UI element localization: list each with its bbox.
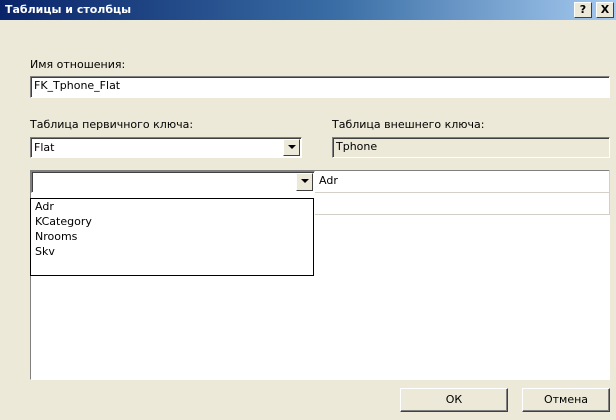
foreign-table-field: Tphone — [332, 137, 610, 158]
chevron-down-icon[interactable] — [296, 173, 313, 191]
foreign-column-cell[interactable]: Adr — [315, 171, 610, 193]
dialog-window: Таблицы и столбцы ? X Имя отношения: FK_… — [0, 0, 616, 420]
dropdown-option[interactable]: Skv — [31, 244, 313, 259]
dropdown-option[interactable]: Adr — [31, 199, 313, 214]
dropdown-option[interactable]: KCategory — [31, 214, 313, 229]
relation-name-input[interactable]: FK_Tphone_Flat — [30, 76, 610, 98]
dropdown-option[interactable]: Nrooms — [31, 229, 313, 244]
chevron-down-icon[interactable] — [283, 139, 300, 156]
foreign-column-empty-cell[interactable] — [315, 193, 610, 215]
primary-column-select[interactable] — [31, 171, 315, 193]
title-bar[interactable]: Таблицы и столбцы ? X — [0, 0, 616, 20]
foreign-table-label: Таблица внешнего ключа: — [332, 118, 485, 131]
primary-table-value: Flat — [34, 141, 55, 154]
primary-table-select[interactable]: Flat — [30, 137, 302, 158]
window-title: Таблицы и столбцы — [5, 3, 132, 16]
ok-button[interactable]: ОК — [400, 388, 508, 412]
help-button[interactable]: ? — [574, 2, 592, 18]
cancel-button[interactable]: Отмена — [522, 388, 610, 412]
column-dropdown-list[interactable]: Adr KCategory Nrooms Skv — [30, 198, 314, 276]
close-button[interactable]: X — [596, 2, 614, 18]
primary-table-label: Таблица первичного ключа: — [30, 118, 194, 131]
relation-name-label: Имя отношения: — [30, 58, 126, 71]
